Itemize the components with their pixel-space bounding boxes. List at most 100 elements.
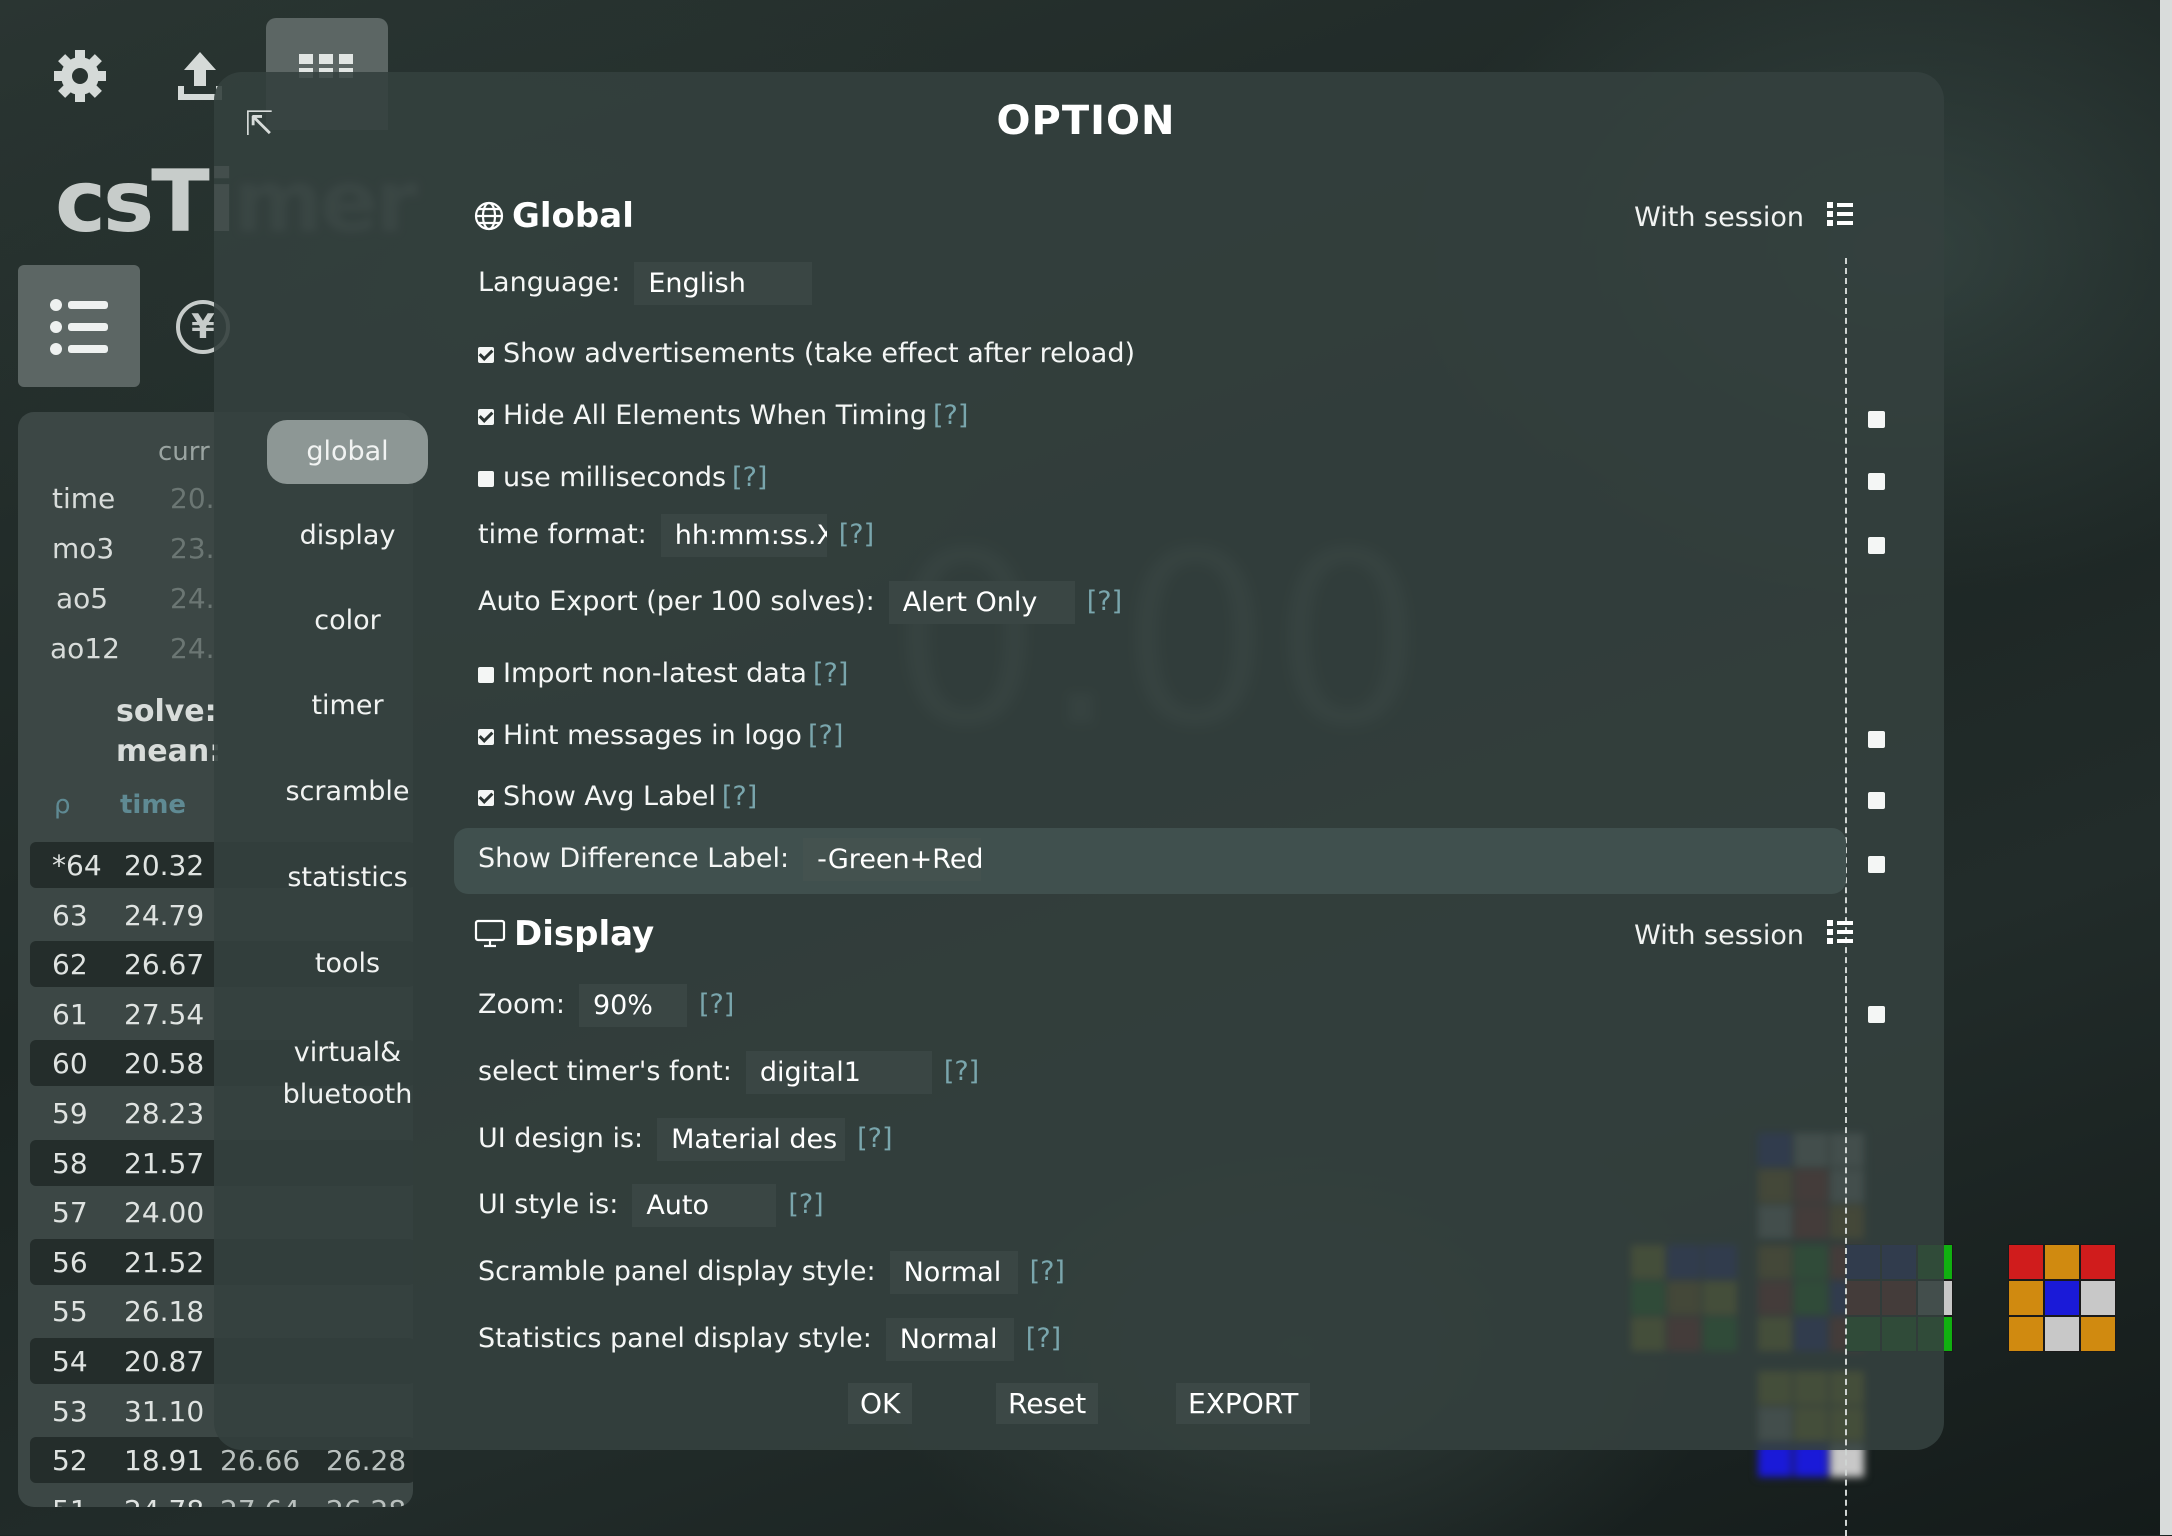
solve-no: *64 (52, 849, 102, 882)
hint-logo-checkbox[interactable] (478, 729, 494, 745)
reset-button[interactable]: Reset (996, 1383, 1099, 1424)
stat-label-time: time (52, 482, 116, 515)
auto-export-row: Auto Export (per 100 solves): Alert Only[… (478, 581, 1122, 624)
nav-tools[interactable]: tools (267, 948, 428, 979)
show-avg-checkbox[interactable] (478, 790, 494, 806)
timer-font-select[interactable]: digital1 (745, 1051, 932, 1094)
stats-panel-select[interactable]: Normal (885, 1318, 1014, 1361)
hint-logo-help[interactable]: [?] (808, 720, 843, 751)
auto-export-help[interactable]: [?] (1087, 586, 1122, 617)
diff-label-select[interactable]: -Green+Red (803, 838, 982, 881)
solve-no: 51 (52, 1494, 88, 1507)
stat-label-ao5: ao5 (56, 582, 109, 615)
hint-logo-session-checkbox[interactable] (1868, 731, 1885, 748)
global-with-session: With session (1634, 202, 1804, 233)
nav-display[interactable]: display (267, 520, 428, 551)
timer-font-help[interactable]: [?] (944, 1056, 979, 1087)
solve-no: 54 (52, 1345, 88, 1378)
col-header-no: ρ (54, 790, 71, 820)
show-avg-row[interactable]: Show Avg Label [?] (478, 781, 757, 812)
zoom-select[interactable]: 90% (578, 984, 687, 1027)
hide-elements-help[interactable]: [?] (933, 400, 968, 431)
display-heading: Display (474, 914, 654, 958)
scramble-panel-select[interactable]: Normal (889, 1251, 1018, 1294)
export-button[interactable]: EXPORT (1176, 1383, 1311, 1424)
solve-time: 20.32 (124, 849, 205, 882)
hint-logo-row[interactable]: Hint messages in logo [?] (478, 720, 843, 751)
auto-export-select[interactable]: Alert Only (888, 581, 1075, 624)
display-session-list-icon[interactable] (1826, 918, 1854, 946)
stat-value-ao5: 24. (170, 582, 215, 615)
nav-timer[interactable]: timer (267, 690, 428, 721)
show-avg-session-checkbox[interactable] (1868, 792, 1885, 809)
import-nonlatest-row[interactable]: Import non-latest data [?] (478, 658, 848, 689)
ui-style-help[interactable]: [?] (788, 1189, 823, 1220)
page-scrollbar[interactable] (2160, 0, 2172, 1535)
ui-style-select[interactable]: Auto (632, 1184, 777, 1227)
use-ms-checkbox[interactable] (478, 471, 494, 487)
solve-row[interactable]: 51 24.78 27.64 26.28 (30, 1487, 413, 1507)
hide-elements-row[interactable]: Hide All Elements When Timing [?] (478, 400, 968, 431)
solve-time: 21.57 (124, 1146, 205, 1180)
stats-header-curr: curr (158, 437, 210, 467)
time-format-select[interactable]: hh:mm:ss.XX (660, 514, 827, 557)
solve-no: 61 (52, 997, 88, 1031)
nav-scramble[interactable]: scramble (267, 776, 428, 807)
solve-no: 63 (52, 898, 88, 932)
zoom-help[interactable]: [?] (699, 989, 734, 1020)
solve-time: 21.52 (124, 1245, 205, 1279)
options-content: Global With session Language: English Sho… (454, 180, 1894, 1536)
stat-label-ao12: ao12 (50, 632, 120, 665)
solve-time: 28.23 (124, 1097, 205, 1130)
stat-value-mo3: 23. (170, 532, 215, 565)
time-format-row: time format:hh:mm:ss.XX[?] (478, 514, 874, 557)
solve-no: 62 (52, 948, 88, 982)
stat-value-time: 20. (170, 482, 215, 515)
solve-c: 27.64 (220, 1494, 300, 1507)
zoom-session-checkbox[interactable] (1868, 1006, 1885, 1023)
solve-no: 58 (52, 1146, 88, 1180)
solve-time: 31.10 (124, 1394, 205, 1428)
timer-font-row: select timer's font: digital1 [?] (478, 1051, 979, 1094)
stats-panel-help[interactable]: [?] (1026, 1323, 1061, 1354)
language-select[interactable]: English (634, 262, 813, 305)
ui-design-select[interactable]: Material des (657, 1118, 846, 1161)
use-ms-help[interactable]: [?] (732, 462, 767, 493)
nav-virtual-bluetooth[interactable]: virtual& bluetooth (267, 1032, 428, 1116)
stat-label-mo3: mo3 (52, 532, 115, 565)
ui-design-help[interactable]: [?] (857, 1123, 892, 1154)
global-session-list-icon[interactable] (1826, 200, 1854, 228)
time-format-help[interactable]: [?] (839, 519, 874, 550)
solve-no: 59 (52, 1097, 88, 1130)
hide-elements-session-checkbox[interactable] (1868, 411, 1885, 428)
hide-elements-checkbox[interactable] (478, 409, 494, 425)
mean-label: mean: (116, 734, 222, 769)
use-ms-row[interactable]: use milliseconds [?] (478, 462, 767, 493)
solve-no: 55 (52, 1295, 88, 1329)
nav-statistics[interactable]: statistics (267, 862, 428, 893)
display-session-divider (1845, 976, 1847, 1536)
show-ads-row[interactable]: Show advertisements (take effect after r… (478, 338, 1135, 369)
globe-icon (474, 200, 504, 240)
show-ads-checkbox[interactable] (478, 347, 494, 363)
nav-global[interactable]: global (267, 420, 428, 484)
solve-label: solve: (116, 694, 217, 729)
session-list-button[interactable] (18, 265, 140, 387)
import-nonlatest-help[interactable]: [?] (813, 658, 848, 689)
stats-panel-row: Statistics panel display style: Normal [?] (478, 1318, 1061, 1361)
time-format-session-checkbox[interactable] (1868, 537, 1885, 554)
ok-button[interactable]: OK (848, 1383, 913, 1424)
diff-label-session-checkbox[interactable] (1868, 856, 1885, 873)
language-row: Language: English (478, 262, 813, 305)
use-ms-session-checkbox[interactable] (1868, 473, 1885, 490)
scramble-panel-help[interactable]: [?] (1030, 1256, 1065, 1287)
global-heading: Global (474, 196, 634, 240)
nav-color[interactable]: color (267, 605, 428, 636)
show-avg-help[interactable]: [?] (722, 781, 757, 812)
list-icon (50, 299, 108, 355)
solve-time: 20.58 (124, 1047, 205, 1081)
solve-time: 24.78 (124, 1494, 204, 1507)
display-with-session: With session (1634, 920, 1804, 951)
import-nonlatest-checkbox[interactable] (478, 667, 494, 683)
zoom-row: Zoom: 90% [?] (478, 984, 734, 1027)
